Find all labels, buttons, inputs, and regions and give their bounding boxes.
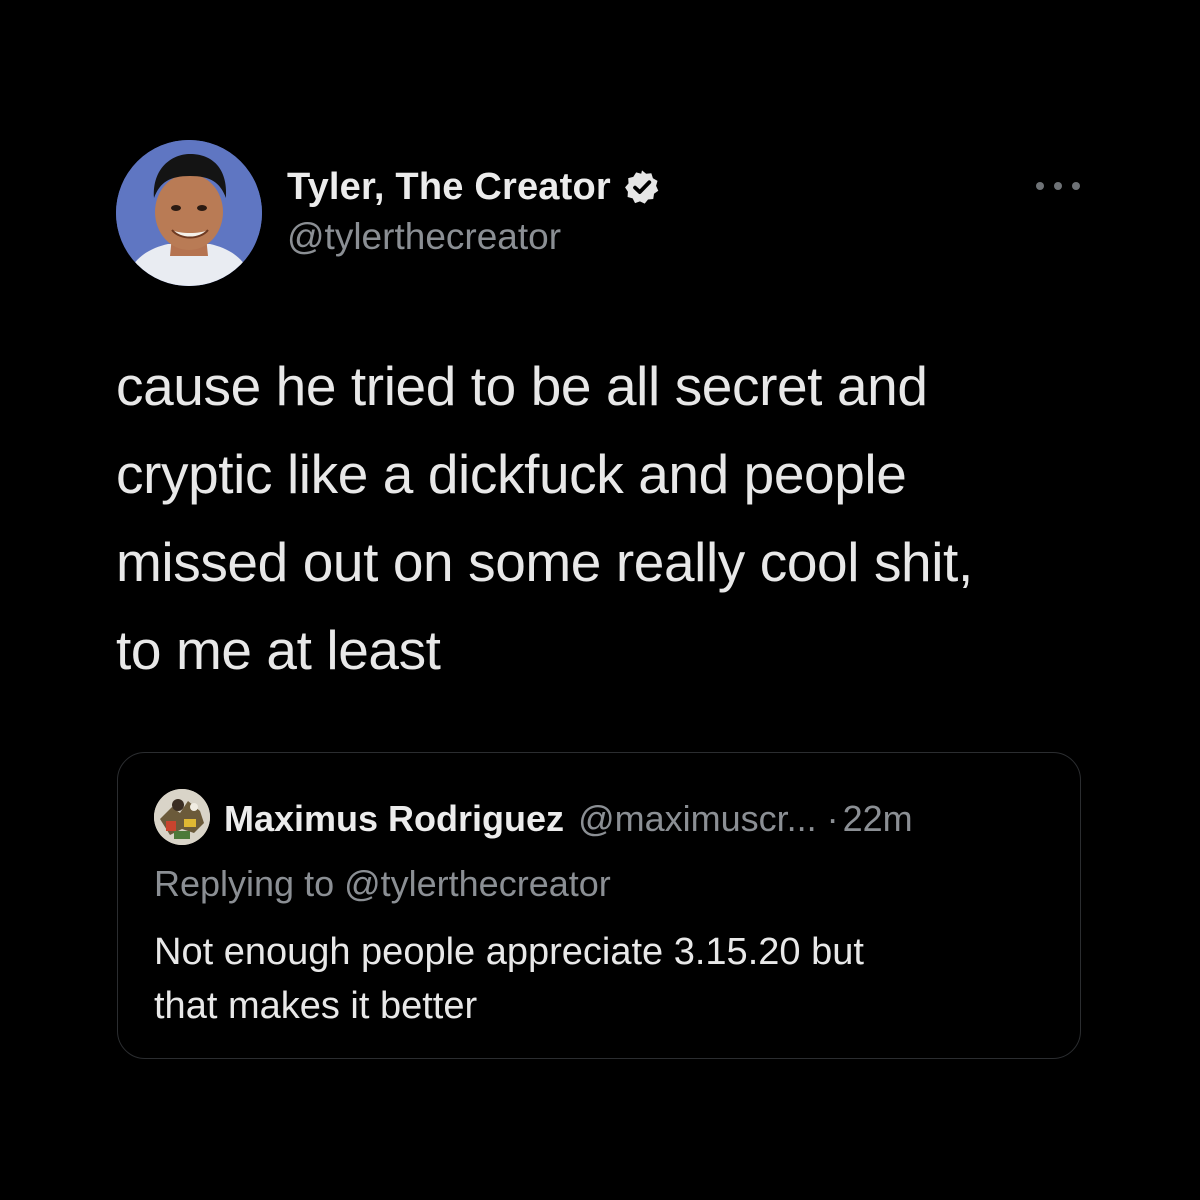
quoted-author-name[interactable]: Maximus Rodriguez <box>224 798 564 840</box>
dot <box>1036 182 1044 190</box>
author-name[interactable]: Tyler, The Creator <box>287 166 611 209</box>
author-name-row: Tyler, The Creator <box>287 164 661 210</box>
verified-badge-icon <box>624 170 659 204</box>
dot <box>1072 182 1080 190</box>
replying-to-label[interactable]: Replying to @tylerthecreator <box>154 863 611 905</box>
separator-dot: · <box>826 798 839 839</box>
quoted-tweet-header: Maximus Rodriguez @maximuscr... · 22m <box>224 795 913 843</box>
quoted-text-line: Not enough people appreciate 3.15.20 but <box>154 931 864 973</box>
tweet: Tyler, The Creator @tylerthecreator caus… <box>0 0 1200 1200</box>
avatar-image <box>116 140 262 286</box>
tweet-text-line: cause he tried to be all secret and <box>116 355 928 417</box>
quoted-tweet-time[interactable]: 22m <box>843 798 913 840</box>
tweet-text-line: missed out on some really cool shit, <box>116 531 973 593</box>
quoted-tweet-text: Not enough people appreciate 3.15.20 but… <box>154 925 1034 1033</box>
quoted-text-line: that makes it better <box>154 985 478 1027</box>
ellipsis-icon[interactable] <box>1036 176 1080 196</box>
quoted-author-avatar[interactable] <box>154 789 210 845</box>
author-avatar[interactable] <box>116 140 262 286</box>
dot <box>1054 182 1062 190</box>
author-handle[interactable]: @tylerthecreator <box>287 216 561 258</box>
quoted-author-handle[interactable]: @maximuscr... <box>578 798 817 840</box>
quoted-avatar-image <box>154 789 210 845</box>
tweet-text-line: to me at least <box>116 619 441 681</box>
quoted-tweet-card[interactable]: Maximus Rodriguez @maximuscr... · 22m Re… <box>117 752 1081 1059</box>
tweet-text-line: cryptic like a dickfuck and people <box>116 443 907 505</box>
tweet-text: cause he tried to be all secret and cryp… <box>116 342 1076 694</box>
